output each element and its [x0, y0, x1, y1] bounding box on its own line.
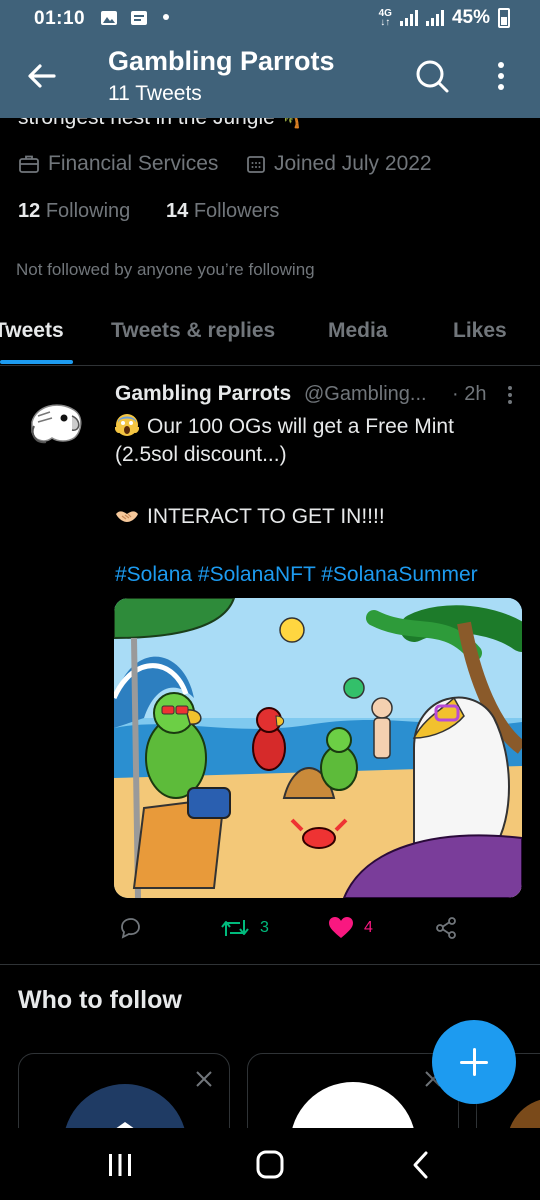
signal-icon: [399, 10, 418, 26]
beach-parrots-illustration: [114, 598, 522, 898]
bio-clipped: strongest nest in the Jungle 🌴: [0, 118, 540, 132]
following-link[interactable]: 12 Following: [18, 200, 130, 223]
heart-icon: [329, 917, 353, 938]
retweet-icon: [221, 920, 249, 936]
tweet-text-line-1: Our 100 OGs will get a Free Mint: [115, 413, 454, 439]
joined-label: Joined July 2022: [274, 152, 432, 175]
section-divider: [0, 964, 540, 965]
profile-tabs: Tweets Tweets & replies Media Likes: [0, 312, 540, 366]
avatar[interactable]: [24, 392, 88, 456]
share-icon: [436, 917, 456, 939]
retweet-count: 3: [260, 919, 269, 936]
status-bar: 01:10 4G ↓↑ 45%: [0, 0, 540, 36]
tweet-count: 11 Tweets: [108, 82, 202, 105]
signal-icon-2: [425, 10, 444, 26]
battery-icon: [498, 8, 510, 28]
gallery-icon: [101, 11, 117, 25]
compose-tweet-button[interactable]: [432, 1020, 516, 1104]
tweet-text-line-2: (2.5sol discount...): [115, 443, 287, 466]
followers-label: Followers: [193, 200, 280, 222]
category-label: Financial Services: [48, 152, 219, 175]
active-tab-indicator: [0, 360, 73, 364]
system-nav-bar: [0, 1128, 540, 1200]
app-header: 01:10 4G ↓↑ 45% Gambling Parrots 11 Tweet…: [0, 0, 540, 118]
more-vertical-icon[interactable]: [486, 58, 516, 94]
reply-button[interactable]: [118, 913, 142, 943]
tab-tweets[interactable]: Tweets: [0, 319, 64, 343]
not-followed-note: Not followed by anyone you’re following: [16, 260, 315, 279]
tweet-more-icon[interactable]: [500, 384, 520, 406]
handshake-emoji-icon: [116, 511, 138, 522]
following-label: Following: [45, 200, 131, 222]
notification-dot-icon: [163, 14, 169, 20]
network-type: 4G ↓↑: [378, 8, 392, 28]
followers-count: 14: [166, 200, 189, 222]
status-time: 01:10: [34, 8, 86, 29]
profile-bio: strongest nest in the Jungle 🌴: [18, 118, 307, 130]
briefcase-icon: [19, 155, 39, 173]
close-icon[interactable]: [193, 1068, 215, 1090]
like-count: 4: [364, 919, 373, 936]
battery-percent: 45%: [451, 7, 490, 28]
reply-icon: [121, 918, 140, 939]
tweet-time: · 2h: [452, 383, 487, 405]
followers-link[interactable]: 14 Followers: [166, 200, 279, 223]
tweet-text-1: Our 100 OGs will get a Free Mint: [147, 415, 454, 438]
like-button[interactable]: 4: [328, 913, 373, 943]
profile-joined: Joined July 2022: [246, 152, 432, 176]
home-icon[interactable]: [250, 1148, 290, 1182]
following-count: 12: [18, 200, 41, 222]
search-icon[interactable]: [412, 56, 452, 96]
message-icon: [131, 11, 147, 25]
parrot-avatar-image: [24, 392, 88, 456]
tweet-hashtags[interactable]: #Solana #SolanaNFT #SolanaSummer: [115, 563, 478, 587]
tweet-text-line-3: INTERACT TO GET IN!!!!: [115, 503, 385, 529]
recents-icon[interactable]: [100, 1148, 140, 1182]
tab-media[interactable]: Media: [328, 319, 388, 343]
tab-tweets-replies[interactable]: Tweets & replies: [111, 319, 275, 343]
retweet-button[interactable]: 3: [220, 913, 269, 943]
tweet-author-name[interactable]: Gambling Parrots: [115, 382, 291, 406]
scream-emoji-icon: [115, 414, 139, 436]
tweet-text-3: INTERACT TO GET IN!!!!: [147, 505, 385, 528]
tweet-author-handle[interactable]: @Gambling...: [304, 383, 427, 406]
back-nav-icon[interactable]: [402, 1148, 442, 1182]
profile-title: Gambling Parrots: [108, 46, 335, 76]
calendar-icon: [247, 156, 265, 173]
tabs-divider: [0, 365, 540, 366]
tweet-media-image[interactable]: [114, 598, 522, 898]
share-button[interactable]: [434, 913, 458, 943]
who-to-follow-title: Who to follow: [18, 986, 182, 1014]
profile-category: Financial Services: [18, 152, 218, 176]
back-arrow-icon[interactable]: [24, 58, 60, 94]
tab-likes[interactable]: Likes: [453, 319, 507, 343]
